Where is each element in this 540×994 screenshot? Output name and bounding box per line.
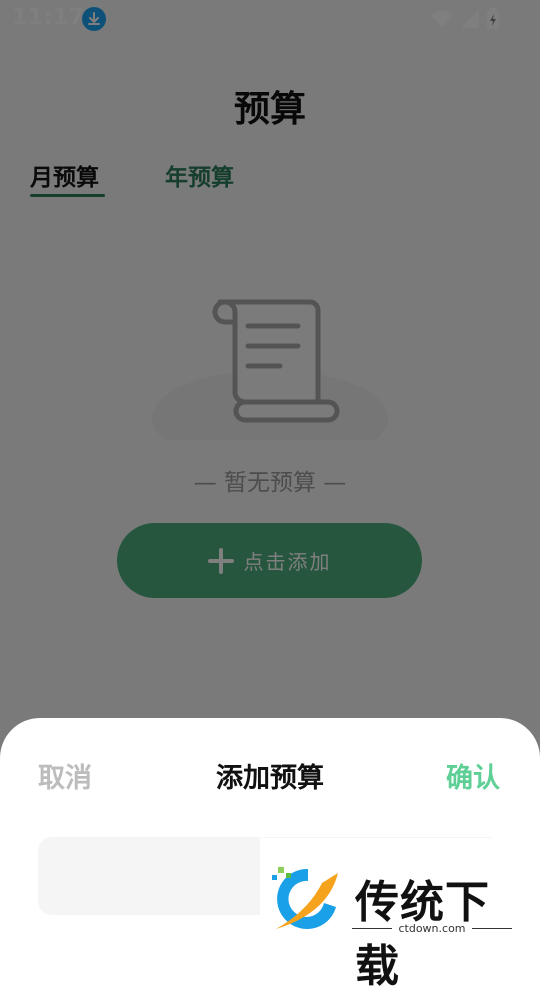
ctdown-logo-icon (272, 867, 338, 929)
watermark-divider (352, 928, 393, 929)
site-watermark: 传统下载 ctdown.com (260, 838, 530, 992)
confirm-button[interactable]: 确认 (446, 756, 500, 795)
watermark-divider (471, 928, 512, 929)
watermark-domain-row: ctdown.com (352, 922, 512, 935)
watermark-domain: ctdown.com (398, 922, 466, 935)
